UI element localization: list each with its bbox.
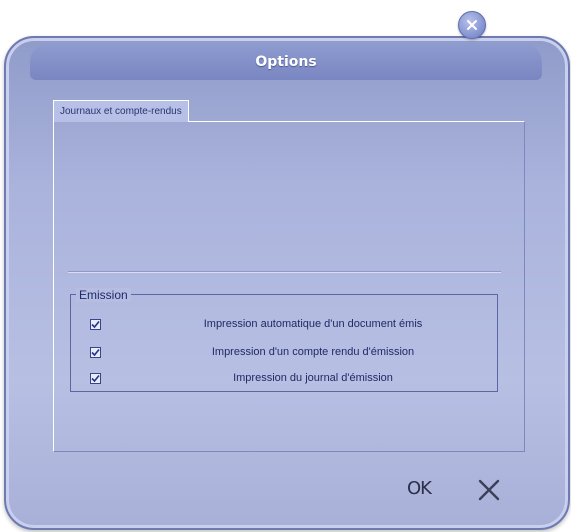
emission-group-label: Emission: [76, 288, 131, 302]
option-row-journal-print[interactable]: Impression du journal d'émission: [88, 370, 478, 386]
divider: [68, 271, 501, 273]
title-bar[interactable]: Options: [30, 44, 542, 80]
close-icon: [467, 20, 477, 30]
option-label: Impression d'un compte rendu d'émission: [211, 346, 415, 358]
close-button[interactable]: [458, 11, 486, 39]
option-label: Impression automatique d'un document émi…: [203, 318, 423, 330]
tab-label: Journaux et compte-rendus: [60, 106, 182, 117]
dialog-title: Options: [255, 54, 317, 70]
option-row-report-print[interactable]: Impression d'un compte rendu d'émission: [88, 344, 478, 360]
option-label: Impression du journal d'émission: [233, 372, 393, 384]
x-icon: [478, 479, 500, 501]
tab-panel: [53, 121, 525, 452]
tab-journaux[interactable]: Journaux et compte-rendus: [53, 100, 189, 122]
ok-button[interactable]: OK: [407, 478, 432, 500]
option-row-auto-print[interactable]: Impression automatique d'un document émi…: [88, 316, 478, 332]
cancel-button[interactable]: [476, 477, 502, 503]
